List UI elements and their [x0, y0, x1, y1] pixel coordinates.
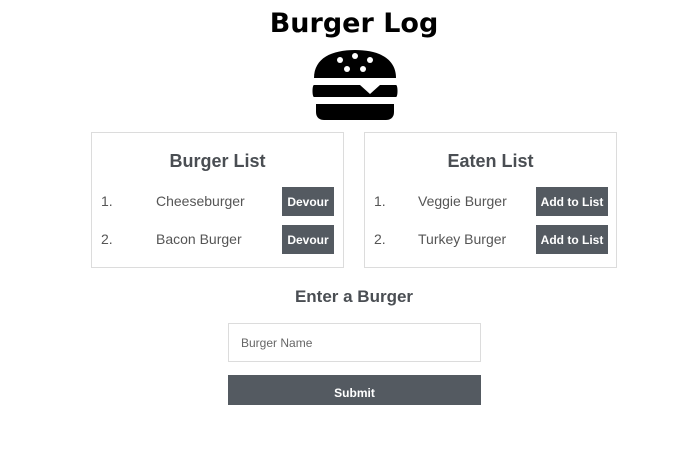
devour-button[interactable]: Devour	[282, 225, 334, 254]
submit-button[interactable]: Submit	[228, 375, 481, 405]
list-item-name: Bacon Burger	[156, 231, 242, 247]
list-item-number: 2.	[374, 231, 386, 247]
hamburger-icon	[312, 50, 398, 120]
list-item-name: Veggie Burger	[418, 193, 507, 209]
page: Burger Log Burger List 1. Cheeseburger D…	[0, 0, 700, 467]
page-title: Burger Log	[269, 8, 439, 39]
add-to-list-button[interactable]: Add to List	[536, 187, 608, 216]
list-item: 1. Cheeseburger Devour	[92, 187, 343, 217]
form-title: Enter a Burger	[294, 287, 414, 306]
add-to-list-button[interactable]: Add to List	[536, 225, 608, 254]
list-item: 2. Bacon Burger Devour	[92, 225, 343, 255]
eaten-list-panel: Eaten List 1. Veggie Burger Add to List …	[364, 132, 617, 268]
list-item: 2. Turkey Burger Add to List	[365, 225, 616, 255]
list-item-name: Cheeseburger	[156, 193, 245, 209]
burger-name-input[interactable]	[228, 323, 481, 362]
burger-list-title: Burger List	[169, 151, 266, 171]
list-item-number: 1.	[374, 193, 386, 209]
list-item: 1. Veggie Burger Add to List	[365, 187, 616, 217]
list-item-name: Turkey Burger	[418, 231, 507, 247]
devour-button[interactable]: Devour	[282, 187, 334, 216]
list-item-number: 1.	[101, 193, 113, 209]
burger-list-panel: Burger List 1. Cheeseburger Devour 2. Ba…	[91, 132, 344, 268]
list-item-number: 2.	[101, 231, 113, 247]
eaten-list-title: Eaten List	[447, 151, 534, 171]
